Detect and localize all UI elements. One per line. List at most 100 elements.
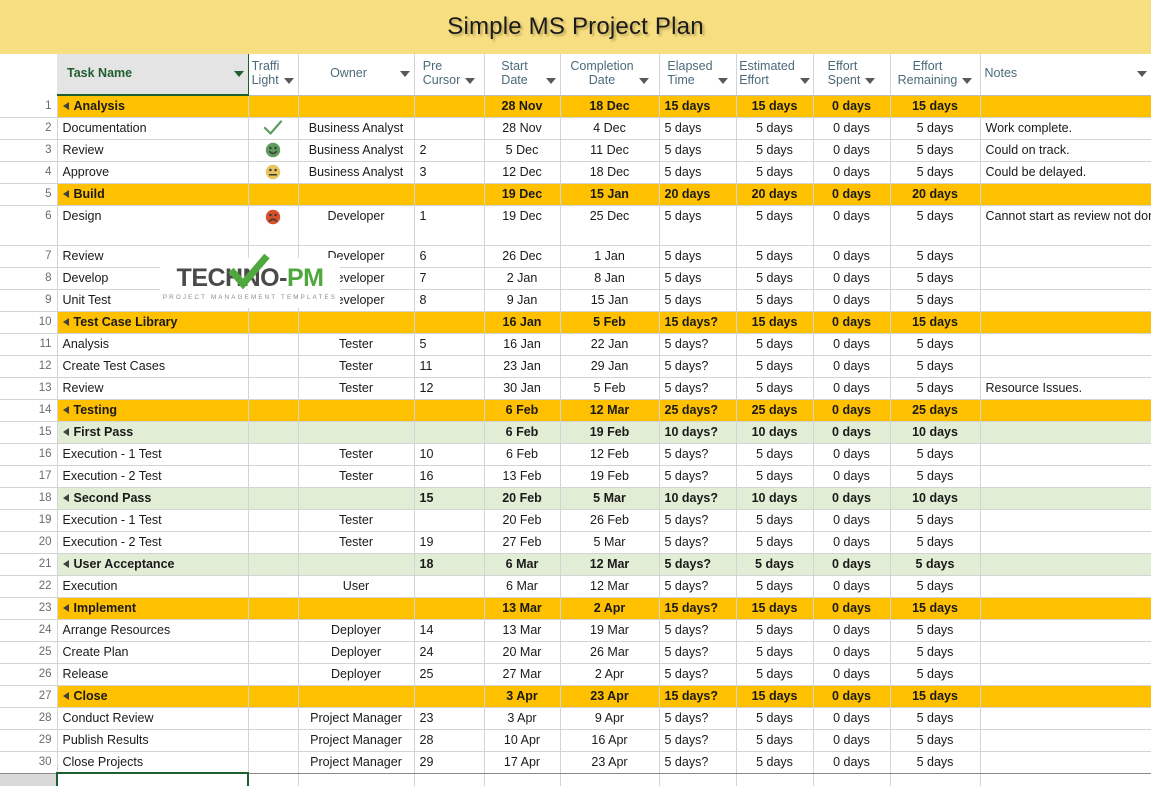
cell-estimated-effort[interactable]: 10 days (736, 487, 814, 510)
cell-elapsed-time[interactable]: 10 days? (659, 421, 737, 444)
cell-effort-remaining[interactable]: 5 days (890, 161, 981, 184)
table-row[interactable]: 17 Execution - 2 Test Tester 16 13 Feb 19 Feb… (0, 465, 1151, 488)
row-number-cell[interactable]: 18 (0, 487, 58, 510)
cell-start-date[interactable]: 28 Nov (484, 95, 561, 118)
cell-elapsed-time[interactable]: 15 days? (659, 597, 737, 620)
cell-owner[interactable]: Tester (298, 333, 415, 356)
cell-notes[interactable] (980, 531, 1151, 554)
row-number-cell[interactable]: 21 (0, 553, 58, 576)
cell-start-date[interactable] (484, 773, 561, 786)
cell-pre-cursor[interactable]: 15 (414, 487, 485, 510)
cell-pre-cursor[interactable] (414, 183, 485, 206)
collapse-triangle-icon[interactable] (62, 603, 69, 612)
cell-task-name[interactable]: Review (57, 377, 249, 400)
cell-start-date[interactable]: 2 Jan (484, 267, 561, 290)
cell-start-date[interactable]: 27 Mar (484, 663, 561, 686)
row-number-cell[interactable]: 8 (0, 267, 58, 290)
cell-start-date[interactable]: 6 Mar (484, 553, 561, 576)
column-header-estimated-effort[interactable]: Estimated Effort (736, 54, 814, 96)
cell-effort-remaining[interactable]: 5 days (890, 729, 981, 752)
cell-start-date[interactable]: 13 Mar (484, 597, 561, 620)
cell-effort-spent[interactable] (813, 773, 891, 786)
table-row[interactable]: 6 Design Developer 1 19 Dec 25 Dec 5 days 5 day… (0, 205, 1151, 246)
cell-estimated-effort[interactable]: 5 days (736, 707, 814, 730)
cell-start-date[interactable]: 26 Dec (484, 245, 561, 268)
cell-estimated-effort[interactable]: 15 days (736, 311, 814, 334)
cell-owner[interactable]: Tester (298, 443, 415, 466)
cell-elapsed-time[interactable]: 10 days? (659, 487, 737, 510)
cell-effort-remaining[interactable]: 5 days (890, 707, 981, 730)
filter-arrow-icon[interactable] (799, 77, 810, 84)
cell-elapsed-time[interactable]: 5 days (659, 117, 737, 140)
cell-completion-date[interactable]: 25 Dec (560, 205, 660, 246)
cell-notes[interactable] (980, 333, 1151, 356)
cell-start-date[interactable]: 12 Dec (484, 161, 561, 184)
cell-effort-remaining[interactable]: 5 days (890, 267, 981, 290)
table-row[interactable]: 1 Analysis 28 Nov 18 Dec 15 days 15 days 0 day… (0, 95, 1151, 118)
cell-estimated-effort[interactable]: 5 days (736, 267, 814, 290)
cell-effort-remaining[interactable]: 5 days (890, 139, 981, 162)
cell-completion-date[interactable]: 11 Dec (560, 139, 660, 162)
cell-completion-date[interactable]: 23 Apr (560, 685, 660, 708)
cell-notes[interactable] (980, 487, 1151, 510)
filter-arrow-icon[interactable] (284, 77, 295, 84)
filter-arrow-icon[interactable] (1136, 70, 1147, 77)
cell-completion-date[interactable]: 16 Apr (560, 729, 660, 752)
cell-start-date[interactable]: 23 Jan (484, 355, 561, 378)
table-row[interactable]: 20 Execution - 2 Test Tester 19 27 Feb 5 Mar 5… (0, 531, 1151, 554)
cell-start-date[interactable]: 13 Mar (484, 619, 561, 642)
cell-notes[interactable] (980, 597, 1151, 620)
cell-start-date[interactable]: 6 Feb (484, 443, 561, 466)
cell-pre-cursor[interactable]: 23 (414, 707, 485, 730)
cell-pre-cursor[interactable]: 19 (414, 531, 485, 554)
cell-effort-spent[interactable]: 0 days (813, 183, 891, 206)
row-number-cell[interactable]: 4 (0, 161, 58, 184)
row-number-cell[interactable]: 23 (0, 597, 58, 620)
cell-task-name[interactable]: Analysis (57, 95, 249, 118)
filter-arrow-icon[interactable] (962, 77, 973, 84)
column-header-elapsed-time[interactable]: Elapsed Time (659, 54, 737, 96)
cell-effort-remaining[interactable]: 15 days (890, 95, 981, 118)
cell-effort-remaining[interactable]: 5 days (890, 333, 981, 356)
cell-notes[interactable]: Could on track. (980, 139, 1151, 162)
cell-start-date[interactable]: 10 Apr (484, 729, 561, 752)
cell-completion-date[interactable]: 18 Dec (560, 95, 660, 118)
cell-owner[interactable] (298, 685, 415, 708)
cell-effort-spent[interactable]: 0 days (813, 333, 891, 356)
cell-effort-spent[interactable]: 0 days (813, 117, 891, 140)
column-header-effort-spent[interactable]: Effort Spent (813, 54, 891, 96)
cell-task-name[interactable]: Unit Test (57, 289, 249, 312)
cell-effort-remaining[interactable]: 20 days (890, 183, 981, 206)
cell-effort-remaining[interactable]: 10 days (890, 487, 981, 510)
cell-pre-cursor[interactable]: 5 (414, 333, 485, 356)
cell-completion-date[interactable]: 22 Jan (560, 333, 660, 356)
cell-traffic-light[interactable] (248, 421, 299, 444)
cell-estimated-effort[interactable]: 5 days (736, 443, 814, 466)
row-number-cell[interactable]: 17 (0, 465, 58, 488)
column-header-completion-date[interactable]: Completion Date (560, 54, 660, 96)
cell-owner[interactable]: Developer (298, 289, 415, 312)
row-number-cell[interactable]: 25 (0, 641, 58, 664)
cell-start-date[interactable]: 19 Dec (484, 205, 561, 246)
cell-estimated-effort[interactable]: 25 days (736, 399, 814, 422)
row-number-cell[interactable]: 13 (0, 377, 58, 400)
cell-effort-remaining[interactable]: 5 days (890, 641, 981, 664)
cell-pre-cursor[interactable] (414, 597, 485, 620)
cell-estimated-effort[interactable]: 5 days (736, 245, 814, 268)
cell-owner[interactable]: Tester (298, 377, 415, 400)
cell-estimated-effort[interactable] (736, 773, 814, 786)
column-header-effort-remaining[interactable]: Effort Remaining (890, 54, 981, 96)
table-row[interactable]: 10 Test Case Library 16 Jan 5 Feb 15 days? 15… (0, 311, 1151, 334)
cell-start-date[interactable]: 17 Apr (484, 751, 561, 774)
cell-elapsed-time[interactable]: 25 days? (659, 399, 737, 422)
cell-traffic-light[interactable] (248, 641, 299, 664)
cell-start-date[interactable]: 6 Mar (484, 575, 561, 598)
cell-owner[interactable] (298, 553, 415, 576)
cell-effort-remaining[interactable]: 5 days (890, 443, 981, 466)
cell-effort-spent[interactable]: 0 days (813, 205, 891, 246)
cell-elapsed-time[interactable]: 5 days (659, 205, 737, 246)
cell-effort-spent[interactable]: 0 days (813, 531, 891, 554)
table-row[interactable]: 11 Analysis Tester 5 16 Jan 22 Jan 5 days? 5 da… (0, 333, 1151, 356)
cell-elapsed-time[interactable]: 5 days? (659, 531, 737, 554)
cell-owner[interactable]: Developer (298, 267, 415, 290)
